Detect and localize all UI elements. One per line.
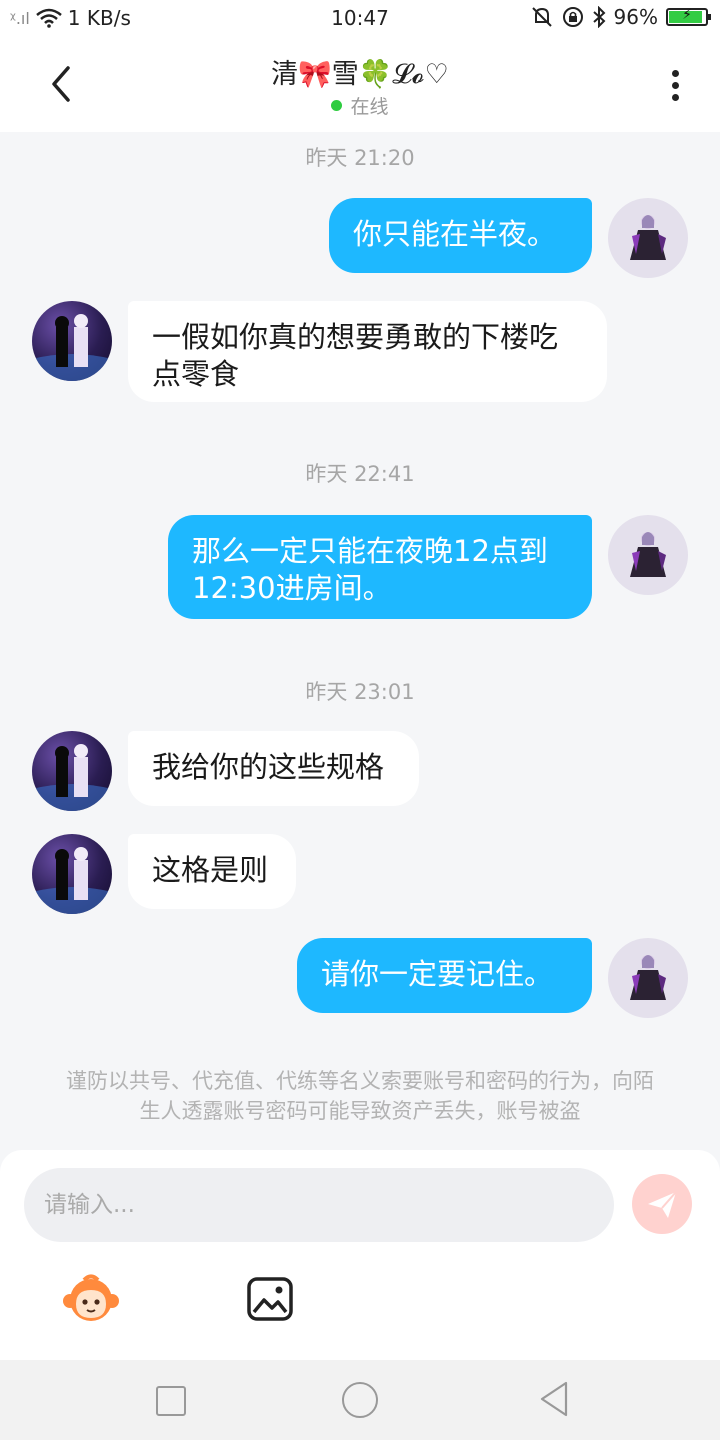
avatar-character-icon [630,215,666,260]
message-timestamp: 昨天 23:01 [305,680,415,704]
system-back-button[interactable] [536,1380,572,1418]
message-timestamp: 昨天 21:20 [305,146,415,170]
incoming-message[interactable]: 我给你的这些规格 [128,731,419,806]
mute-vibrate-icon [531,7,552,27]
my-avatar[interactable] [608,938,688,1018]
send-button[interactable] [632,1174,692,1234]
my-avatar[interactable] [608,198,688,278]
dot-icon [671,82,679,89]
contact-avatar[interactable] [32,834,112,914]
battery-icon: ⚡ [666,7,711,26]
system-nav-bar [0,1360,720,1440]
more-options-button[interactable] [660,66,690,106]
outgoing-message[interactable]: 你只能在半夜。 [329,198,592,273]
incoming-message[interactable]: 一假如你真的想要勇敢的下楼吃点零食 [128,301,607,402]
image-icon [247,1277,293,1321]
dot-icon [671,94,679,101]
avatar-character-icon [630,532,666,577]
contact-avatar[interactable] [32,301,112,381]
emoji-button[interactable] [62,1274,120,1324]
chat-header: 清🎀雪🍀𝓛𝓸♡ 在线 [0,36,720,132]
battery-percent: 96% [613,5,658,29]
message-composer [0,1150,720,1360]
message-timestamp: 昨天 22:41 [305,462,415,486]
outgoing-message[interactable]: 请你一定要记住。 [297,938,592,1013]
avatar-characters-icon [32,314,112,381]
presence-label: 在线 [350,96,389,118]
contact-avatar[interactable] [32,731,112,811]
avatar-characters-icon [32,744,112,811]
message-input[interactable] [24,1168,614,1242]
outgoing-message[interactable]: 那么一定只能在夜晚12点到12:30进房间。 [168,515,592,619]
dot-icon [671,70,679,77]
avatar-character-icon [630,955,666,1000]
home-button[interactable] [342,1382,378,1418]
triangle-back-icon [540,1381,568,1417]
security-notice: 谨防以共号、代充值、代练等名义索要账号和密码的行为，向陌生人透露账号密码可能导致… [66,1069,654,1123]
recent-apps-button[interactable] [156,1386,186,1416]
rotation-lock-icon [562,7,583,27]
monkey-emoji-icon [63,1274,119,1321]
incoming-message[interactable]: 这格是则 [128,834,296,909]
status-bar: ᵡ.ıl 1 KB/s 10:47 96% ⚡ [0,0,720,36]
presence-status: 在线 [0,92,720,119]
online-dot-icon [331,100,343,111]
contact-name: 清🎀雪🍀𝓛𝓸♡ [271,59,449,90]
image-button[interactable] [246,1276,294,1322]
avatar-characters-icon [32,847,112,914]
paper-plane-icon [648,1191,677,1218]
bluetooth-icon [592,6,605,28]
my-avatar[interactable] [608,515,688,595]
